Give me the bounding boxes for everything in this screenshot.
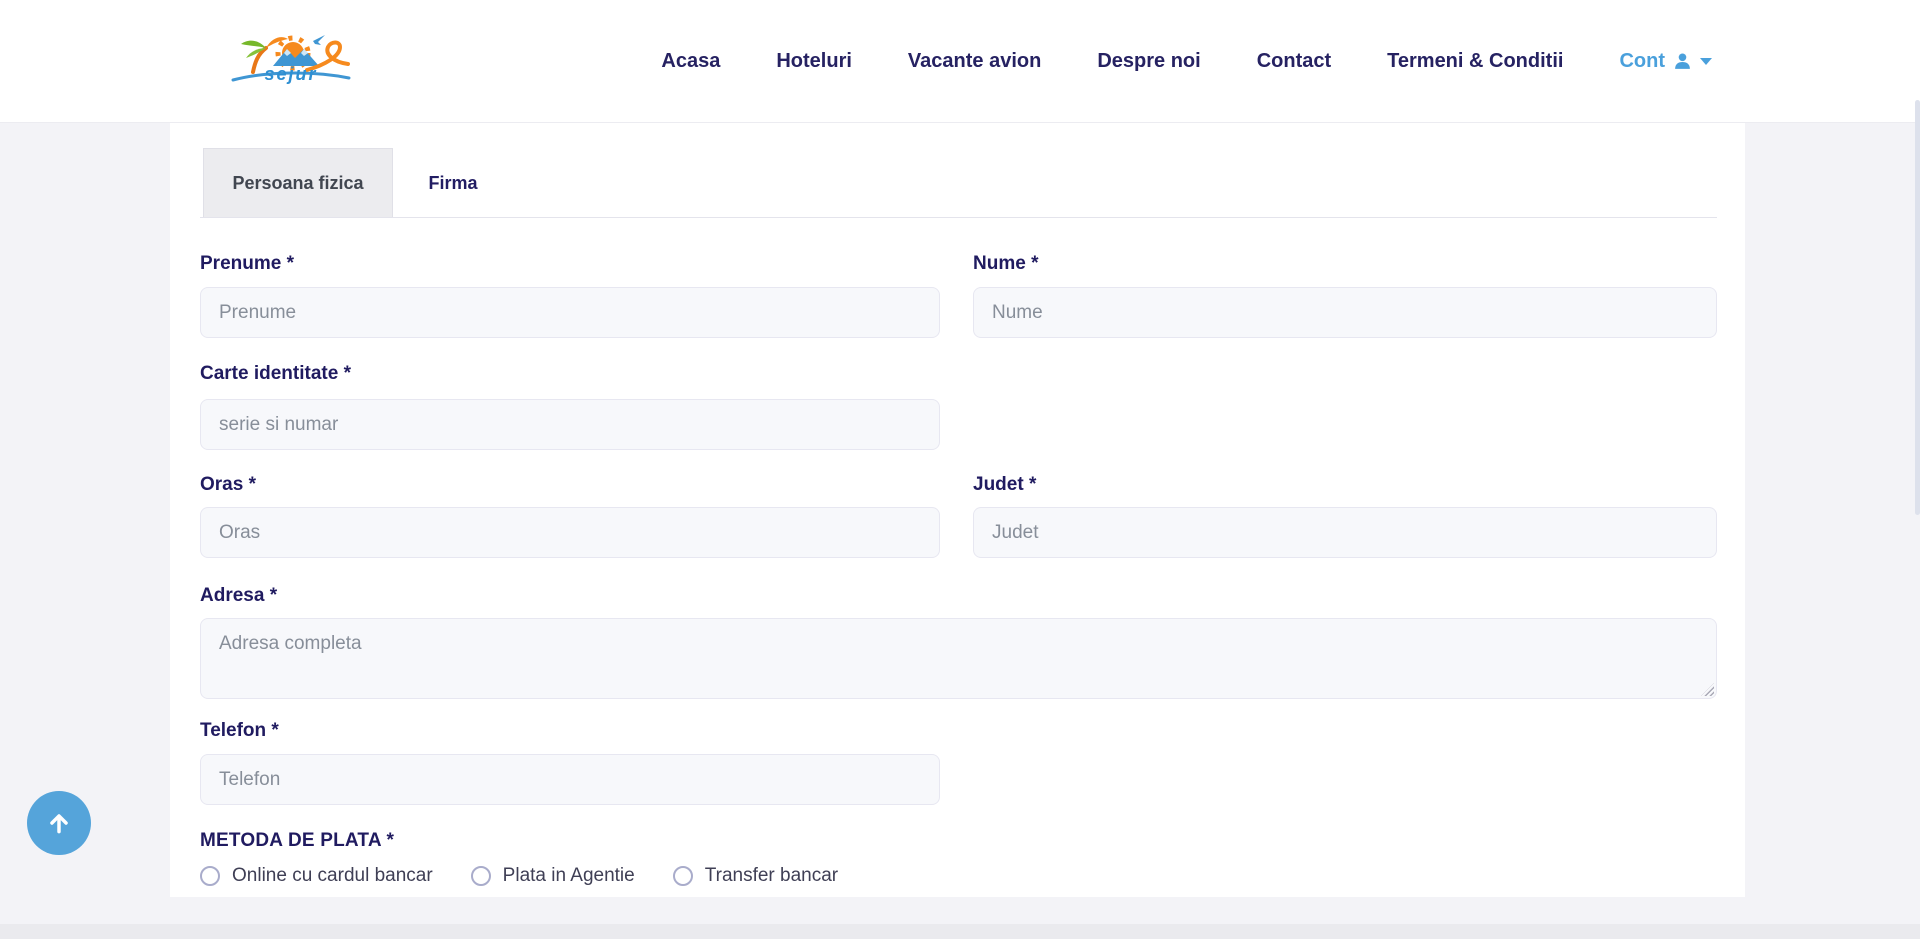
prenume-label: Prenume * (200, 253, 294, 275)
arrow-up-icon (46, 810, 72, 836)
nume-input[interactable] (973, 287, 1717, 338)
tab-firma[interactable]: Firma (393, 148, 513, 218)
prenume-input[interactable] (200, 287, 940, 338)
brand-logo[interactable]: sejur (227, 28, 357, 90)
chevron-down-icon (1700, 58, 1712, 65)
metoda-de-plata-label: METODA DE PLATA * (200, 830, 394, 852)
payment-option-agentie[interactable]: Plata in Agentie (471, 865, 635, 887)
radio-transfer-label: Transfer bancar (705, 865, 838, 887)
scrollbar-track (1912, 0, 1920, 939)
payment-option-card-online[interactable]: Online cu cardul bancar (200, 865, 433, 887)
nav-item-hoteluri[interactable]: Hoteluri (776, 50, 852, 73)
tab-firma-label: Firma (428, 173, 477, 194)
telefon-label: Telefon * (200, 720, 279, 742)
judet-input[interactable] (973, 507, 1717, 558)
nume-label: Nume * (973, 253, 1038, 275)
oras-input[interactable] (200, 507, 940, 558)
scroll-to-top-button[interactable] (27, 791, 91, 855)
nav-item-vacante-avion[interactable]: Vacante avion (908, 50, 1041, 73)
radio-agentie[interactable] (471, 866, 491, 886)
payment-option-transfer[interactable]: Transfer bancar (673, 865, 838, 887)
adresa-textarea[interactable] (200, 618, 1717, 699)
scrollbar-thumb[interactable] (1915, 100, 1920, 515)
radio-card-online[interactable] (200, 866, 220, 886)
nav-item-termeni-conditii[interactable]: Termeni & Conditii (1387, 50, 1563, 73)
user-icon (1673, 52, 1692, 71)
carte-identitate-label: Carte identitate * (200, 363, 351, 385)
account-menu[interactable]: Cont (1619, 50, 1712, 73)
judet-label: Judet * (973, 474, 1036, 496)
telefon-input[interactable] (200, 754, 940, 805)
tab-persoana-fizica[interactable]: Persoana fizica (203, 148, 393, 218)
adresa-label: Adresa * (200, 585, 277, 607)
radio-card-online-label: Online cu cardul bancar (232, 865, 433, 887)
footer-band (0, 924, 1920, 939)
tab-persoana-fizica-label: Persoana fizica (232, 173, 363, 194)
page: sejur Acasa Hoteluri Vacante avion Despr… (0, 0, 1920, 939)
nav-item-contact[interactable]: Contact (1257, 50, 1331, 73)
main-nav: Acasa Hoteluri Vacante avion Despre noi … (661, 0, 1712, 123)
carte-identitate-input[interactable] (200, 399, 940, 450)
tab-underline (200, 217, 1717, 218)
booking-form-card: Persoana fizica Firma Prenume * Nume * C… (170, 123, 1745, 897)
nav-item-acasa[interactable]: Acasa (661, 50, 720, 73)
radio-transfer[interactable] (673, 866, 693, 886)
radio-agentie-label: Plata in Agentie (503, 865, 635, 887)
brand-name: sejur (260, 64, 322, 85)
account-label: Cont (1619, 50, 1665, 73)
oras-label: Oras * (200, 474, 256, 496)
nav-item-despre-noi[interactable]: Despre noi (1097, 50, 1200, 73)
header: sejur Acasa Hoteluri Vacante avion Despr… (0, 0, 1920, 123)
payment-options: Online cu cardul bancar Plata in Agentie… (200, 865, 838, 887)
